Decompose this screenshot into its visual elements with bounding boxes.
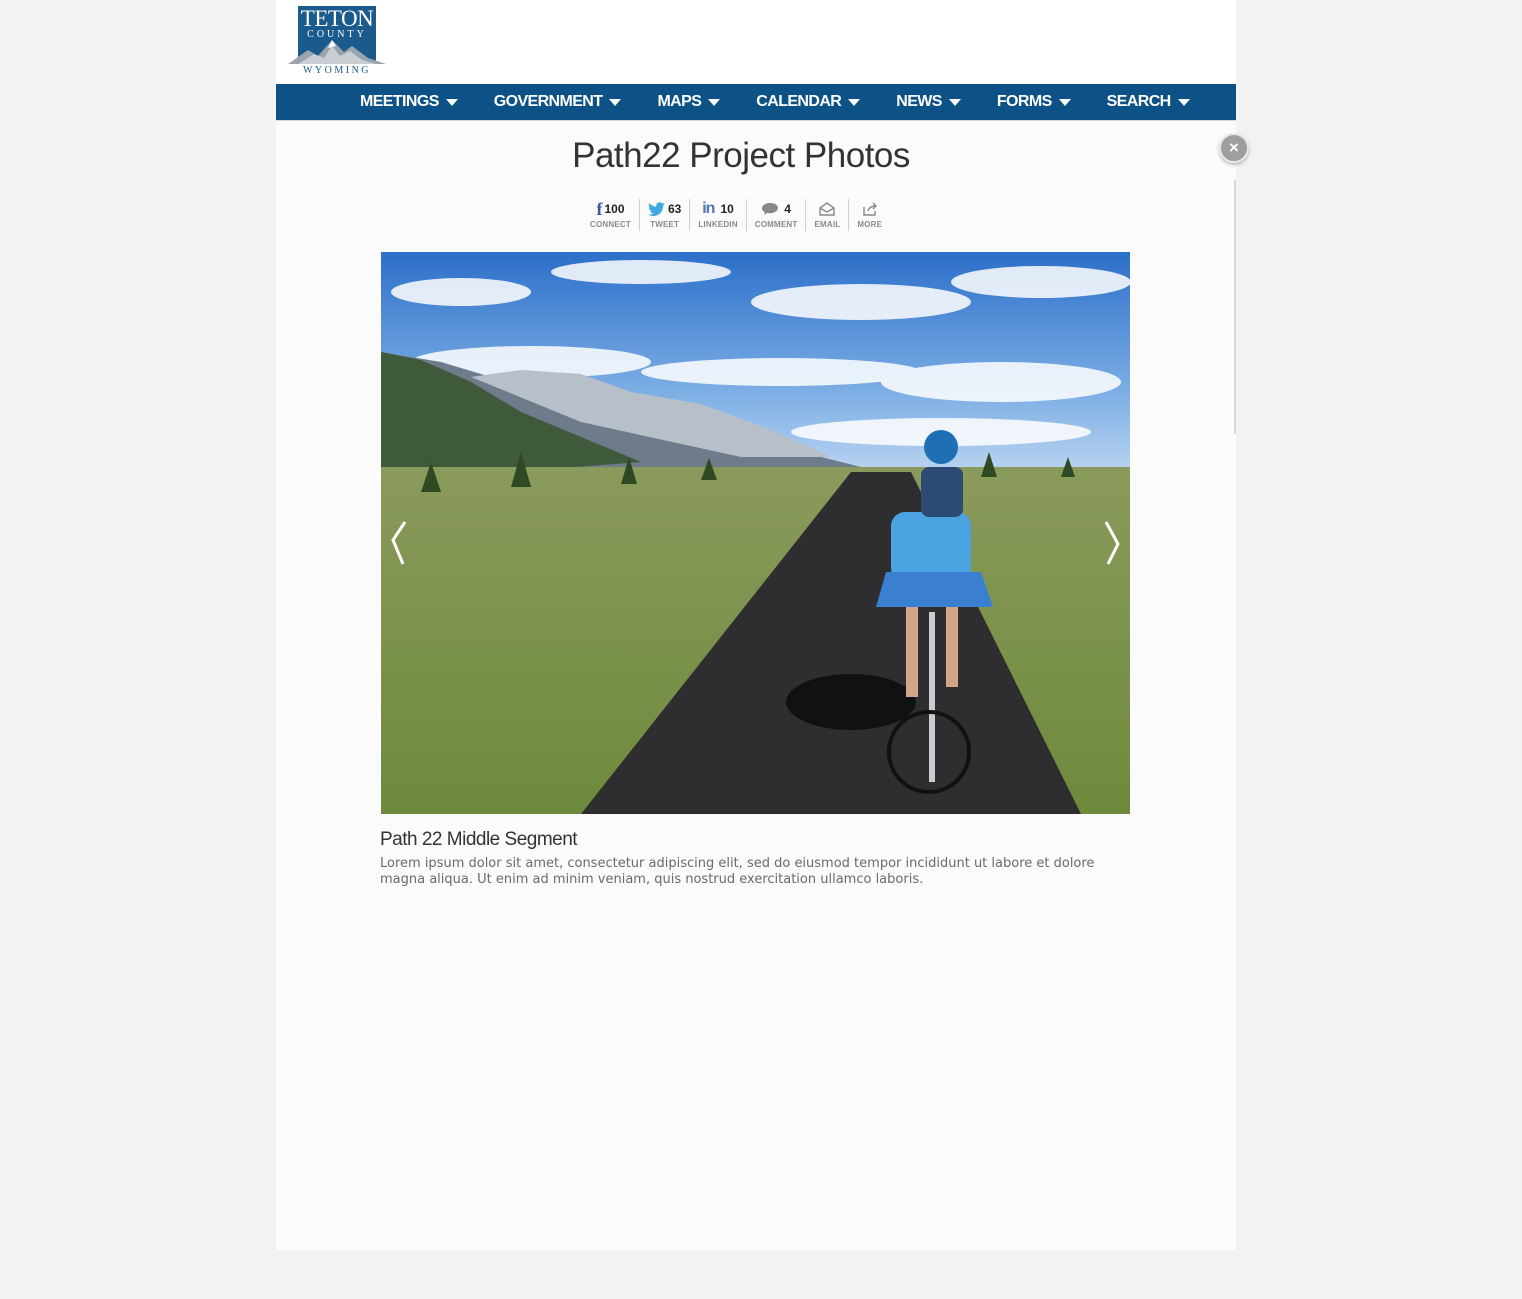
- mountains-icon: [288, 40, 386, 64]
- teton-county-logo[interactable]: TETON COUNTY WYOMING: [288, 6, 386, 78]
- photo-slideshow: [381, 252, 1130, 814]
- more-label: MORE: [857, 220, 883, 229]
- nav-item-news[interactable]: NEWS: [896, 84, 961, 120]
- caret-down-icon: [948, 98, 961, 106]
- nav-label: MEETINGS: [360, 93, 439, 110]
- nav-item-forms[interactable]: FORMS: [997, 84, 1071, 120]
- nav-item-search[interactable]: SEARCH: [1107, 84, 1190, 120]
- share-email-button[interactable]: EMAIL: [806, 199, 850, 231]
- share-arrow-icon: [863, 202, 877, 216]
- facebook-icon: f: [596, 199, 603, 219]
- close-button[interactable]: ×: [1219, 133, 1249, 163]
- nav-label: GOVERNMENT: [493, 93, 603, 110]
- caret-down-icon: [1058, 98, 1071, 106]
- share-linkedin-button[interactable]: in 10 LINKEDIN: [690, 199, 747, 231]
- next-arrow-icon[interactable]: [1100, 518, 1124, 568]
- nav-item-government[interactable]: GOVERNMENT: [494, 84, 622, 120]
- email-icon: [819, 202, 836, 216]
- linkedin-label: LINKEDIN: [698, 220, 738, 229]
- caret-down-icon: [848, 98, 861, 106]
- comment-label: COMMENT: [754, 220, 798, 229]
- linkedin-icon: in: [702, 200, 715, 217]
- share-comment-button[interactable]: 4 COMMENT: [747, 199, 807, 231]
- gallery-title: Path22 Project Photos: [572, 136, 910, 175]
- share-twitter-button[interactable]: 63 TWEET: [640, 199, 691, 231]
- comment-count: 4: [784, 202, 791, 216]
- nav-label: FORMS: [996, 93, 1052, 110]
- logo-line1: TETON: [300, 6, 374, 31]
- nav-label: CALENDAR: [756, 93, 842, 110]
- caret-down-icon: [445, 98, 458, 106]
- share-facebook-button[interactable]: f 100 CONNECT: [582, 199, 640, 231]
- twitter-label: TWEET: [650, 220, 680, 229]
- site-header: TETON COUNTY WYOMING: [276, 0, 1236, 84]
- logo-line3: WYOMING: [302, 65, 372, 76]
- photo-caption-text: Lorem ipsum dolor sit amet, consectetur …: [380, 856, 1095, 887]
- nav-item-meetings[interactable]: MEETINGS: [360, 84, 458, 120]
- nav-label: MAPS: [657, 93, 702, 110]
- photo-caption-title: Path 22 Middle Segment: [380, 829, 578, 850]
- divider: [1234, 180, 1236, 434]
- nav-item-maps[interactable]: MAPS: [657, 84, 721, 120]
- email-label: EMAIL: [814, 220, 841, 229]
- previous-arrow-icon[interactable]: [387, 518, 411, 568]
- caret-down-icon: [708, 98, 721, 106]
- facebook-count: 100: [604, 202, 625, 216]
- share-more-button[interactable]: MORE: [849, 199, 890, 231]
- linkedin-count: 10: [720, 202, 734, 216]
- twitter-count: 63: [667, 202, 682, 216]
- nav-label: SEARCH: [1106, 93, 1172, 110]
- twitter-icon: [647, 202, 665, 216]
- comment-icon: [762, 203, 779, 215]
- share-bar: f 100 CONNECT 63 TWEET in 10 LINKEDIN 4 CO…: [582, 199, 890, 231]
- main-navigation: MEETINGS GOVERNMENT MAPS CALENDAR NEWS F…: [276, 84, 1236, 121]
- facebook-label: CONNECT: [590, 220, 631, 229]
- nav-item-calendar[interactable]: CALENDAR: [756, 84, 861, 120]
- caret-down-icon: [609, 98, 622, 106]
- caret-down-icon: [1177, 98, 1190, 106]
- cyclist-photo: [381, 252, 1130, 814]
- nav-label: NEWS: [896, 93, 942, 110]
